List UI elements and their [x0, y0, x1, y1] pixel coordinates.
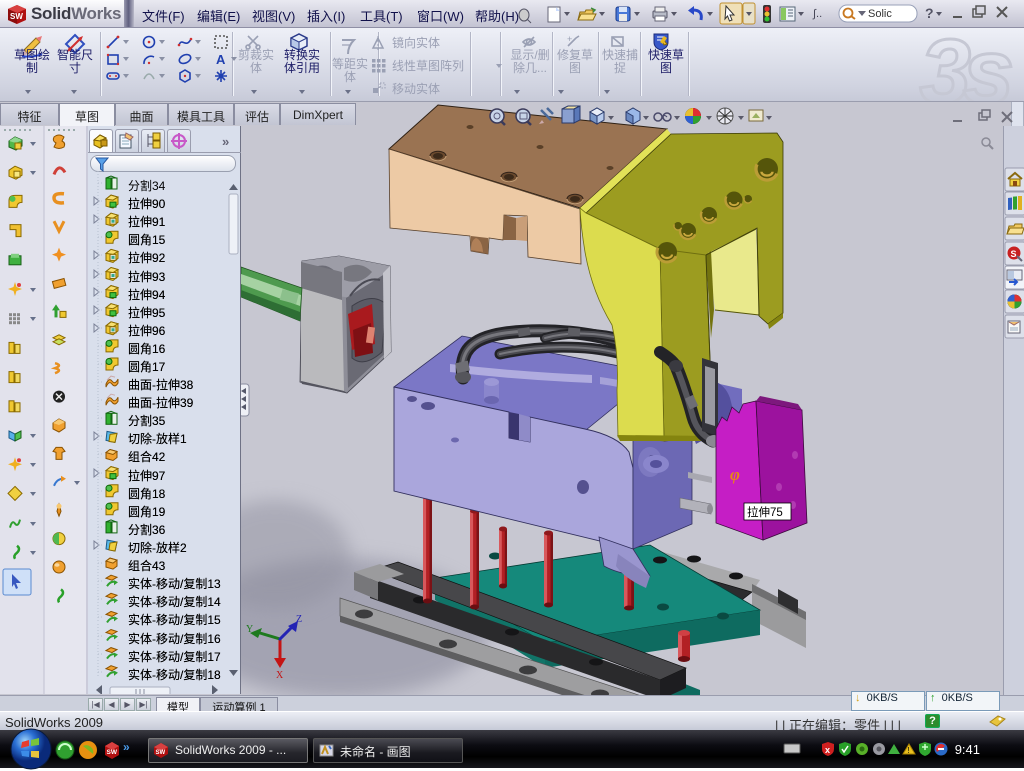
svg-text:∫..: ∫..: [812, 8, 822, 20]
svg-text:Z: Z: [296, 614, 302, 625]
svg-text:Y: Y: [246, 624, 253, 635]
svg-text:?: ?: [925, 5, 934, 21]
svg-text:SW: SW: [10, 12, 23, 21]
svg-text:A: A: [216, 52, 226, 67]
svg-text:S: S: [1011, 249, 1017, 259]
svg-text:SW: SW: [107, 749, 118, 756]
svg-text:x: x: [825, 745, 830, 755]
svg-text:SW: SW: [156, 750, 166, 756]
svg-text:+: +: [567, 34, 572, 44]
svg-text:Solic: Solic: [868, 8, 892, 20]
svg-text:φ: φ: [730, 465, 740, 484]
svg-text:X: X: [276, 670, 284, 681]
svg-text:!: !: [907, 746, 909, 755]
svg-text:拉伸75: 拉伸75: [747, 505, 783, 519]
svg-text:»: »: [123, 740, 130, 754]
